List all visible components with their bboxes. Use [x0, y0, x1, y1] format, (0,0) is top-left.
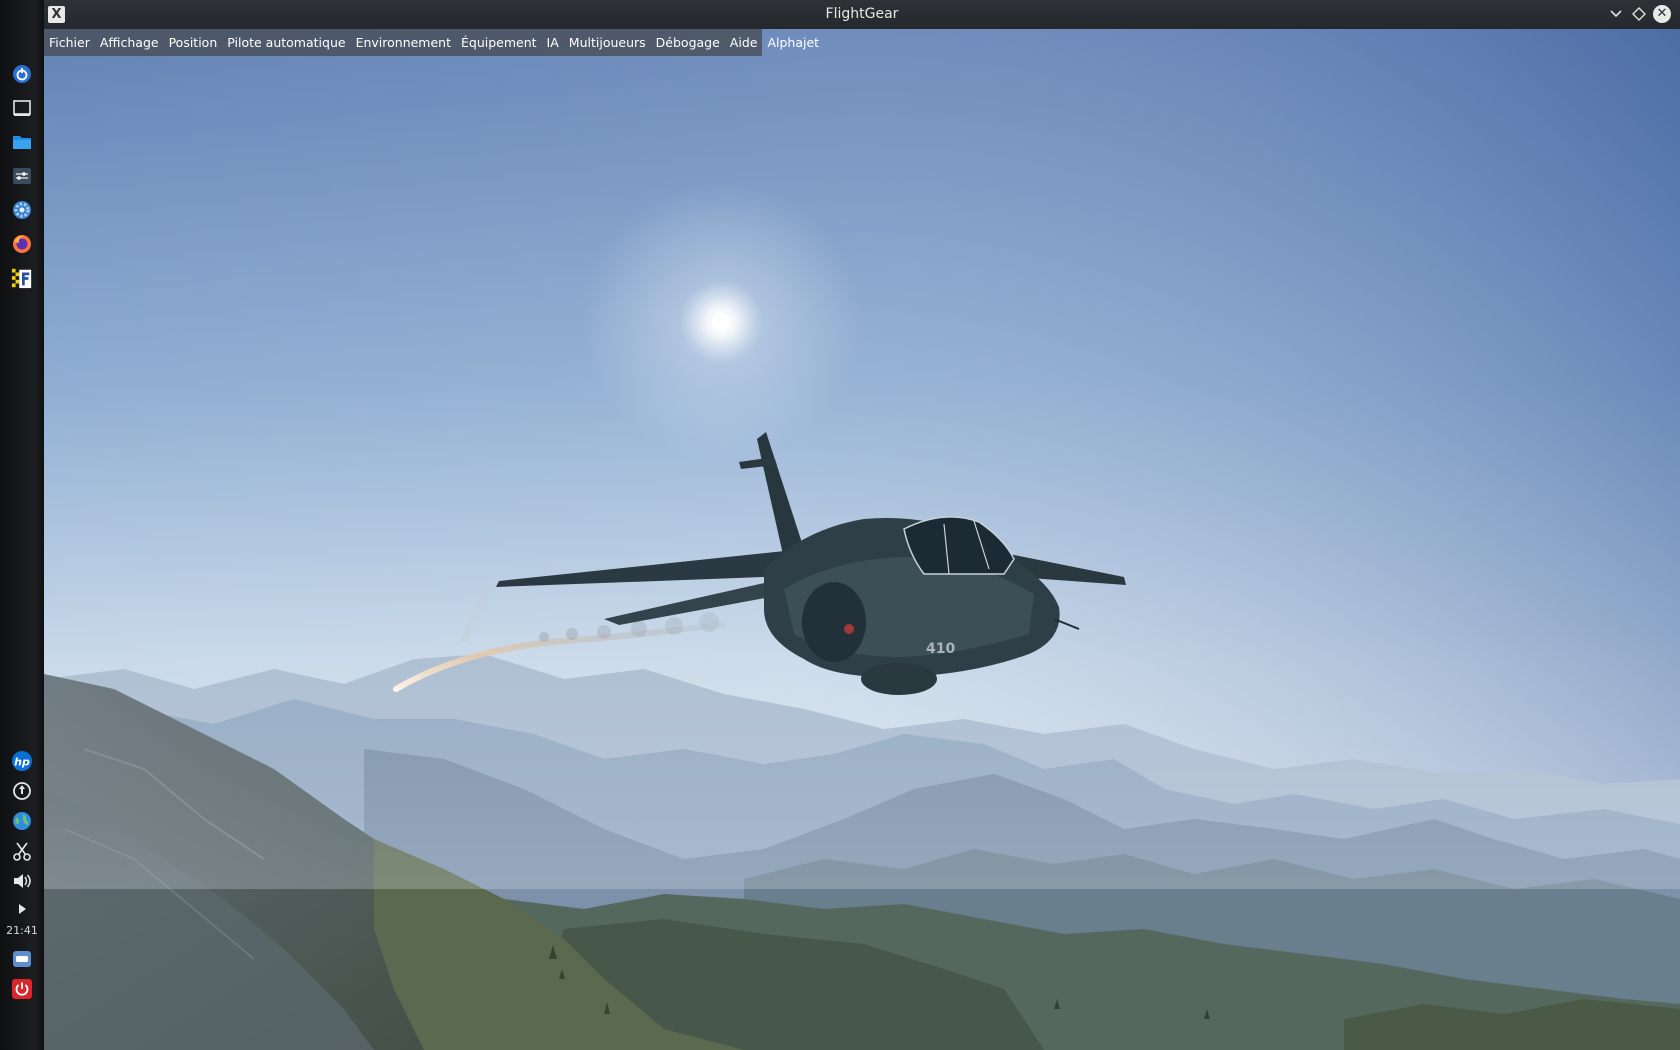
menu-environnement[interactable]: Environnement	[351, 35, 456, 50]
minimize-chevron-icon[interactable]	[1606, 4, 1626, 24]
window-title: FlightGear	[825, 6, 899, 22]
menu-aide[interactable]: Aide	[725, 35, 763, 50]
menu-affichage[interactable]: Affichage	[95, 35, 164, 50]
drive-icon[interactable]	[11, 948, 33, 970]
firefox-icon[interactable]	[11, 233, 33, 255]
volume-icon[interactable]	[11, 870, 33, 892]
menu-fichier[interactable]: Fichier	[44, 35, 95, 50]
network-globe-icon[interactable]	[11, 810, 33, 832]
flight-viewport[interactable]: 410	[44, 29, 1680, 1050]
menu-position[interactable]: Position	[164, 35, 223, 50]
hp-icon[interactable]: hp	[11, 750, 33, 772]
menu-multijoueurs[interactable]: Multijoueurs	[564, 35, 651, 50]
close-icon[interactable]: ✕	[1653, 5, 1671, 23]
menu-alphajet[interactable]: Alphajet	[762, 35, 824, 50]
scissors-icon[interactable]	[11, 840, 33, 862]
window-titlebar[interactable]: X FlightGear ✕	[44, 0, 1680, 29]
scene-render: 410	[44, 29, 1680, 1050]
clock: 21:41	[6, 924, 38, 937]
left-dock: hp 21:41	[0, 0, 45, 1050]
maximize-diamond-icon[interactable]	[1629, 4, 1649, 24]
folder-icon[interactable]	[11, 131, 33, 153]
menu-debogage[interactable]: Débogage	[651, 35, 725, 50]
flightgear-icon[interactable]	[11, 267, 33, 289]
svg-text:hp: hp	[14, 756, 30, 769]
flightgear-menubar: Fichier Affichage Position Pilote automa…	[44, 29, 819, 56]
menu-equipement[interactable]: Équipement	[456, 35, 542, 50]
window-icon[interactable]	[11, 97, 33, 119]
settings-panel-icon[interactable]	[11, 165, 33, 187]
menu-ia[interactable]: IA	[542, 35, 564, 50]
gear-icon[interactable]	[11, 199, 33, 221]
play-arrow-icon[interactable]	[11, 898, 33, 920]
menu-pilote-automatique[interactable]: Pilote automatique	[222, 35, 350, 50]
power-ring-icon[interactable]	[11, 63, 33, 85]
shutdown-icon[interactable]	[11, 978, 33, 1000]
update-icon[interactable]	[11, 780, 33, 802]
aircraft-marking: 410	[926, 641, 955, 657]
